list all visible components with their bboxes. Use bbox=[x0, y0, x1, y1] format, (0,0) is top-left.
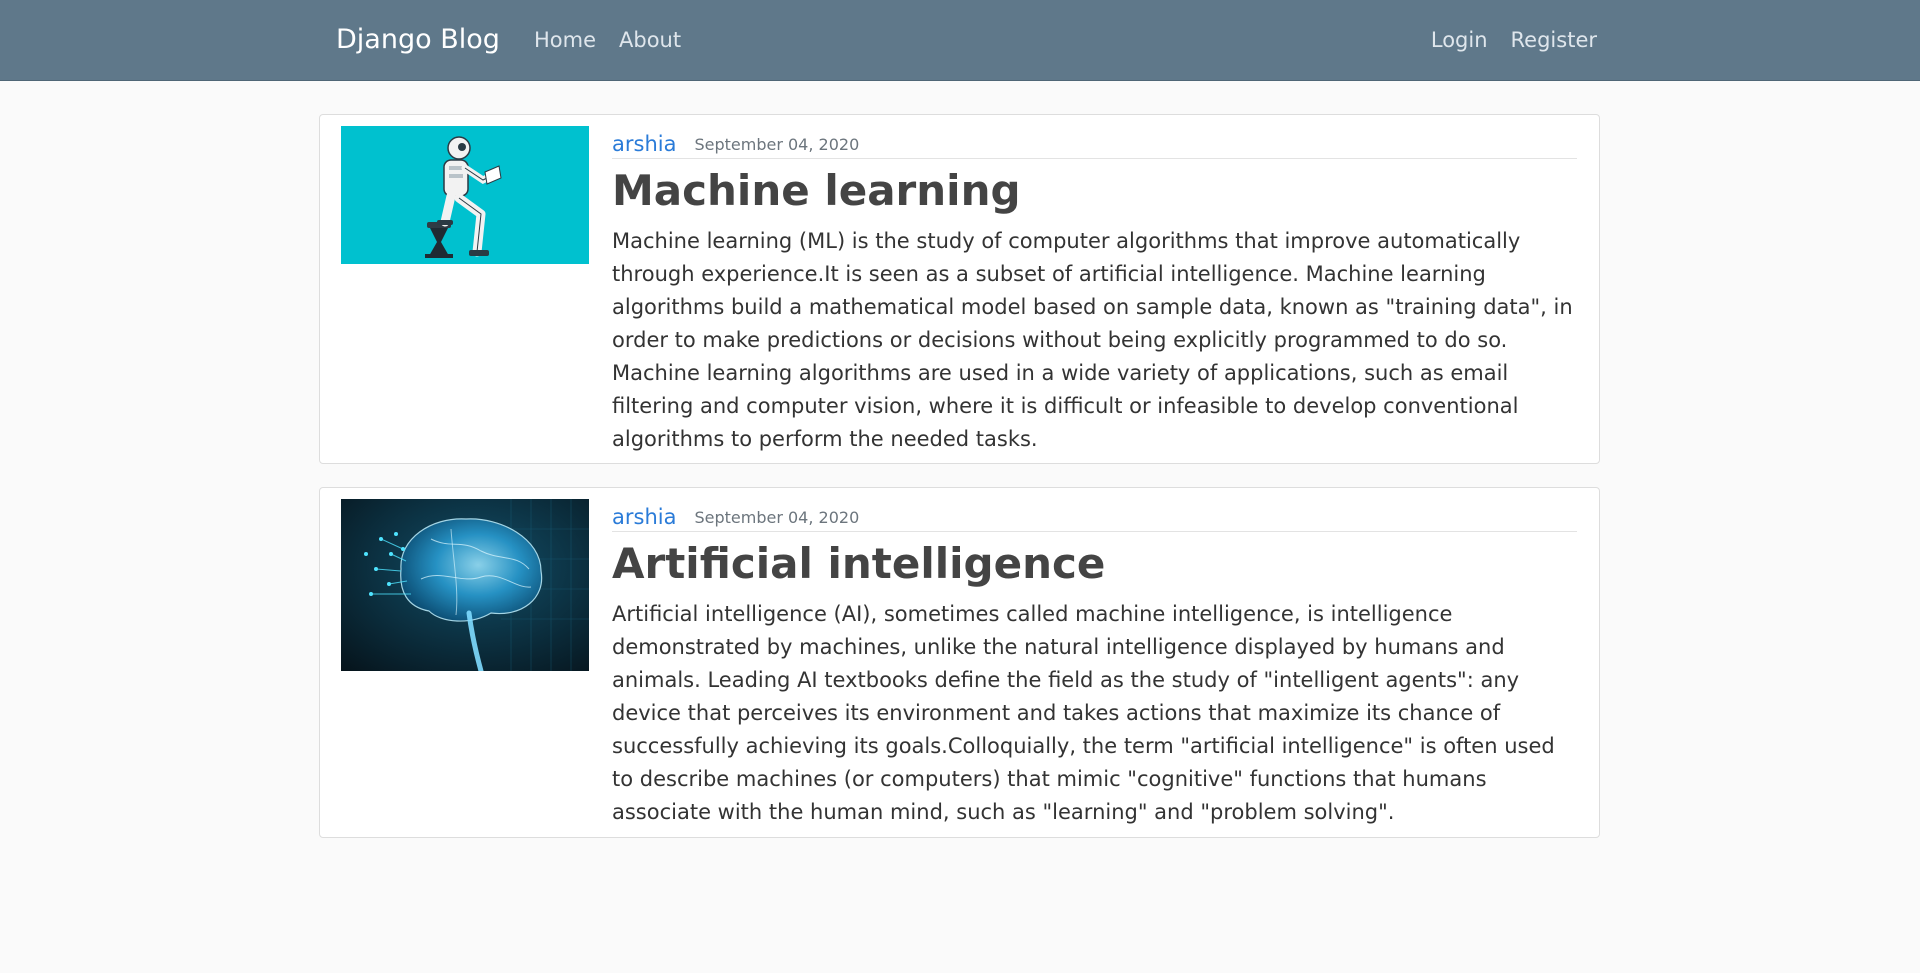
nav-left-group: Home About bbox=[534, 26, 681, 54]
post-meta: arshia September 04, 2020 bbox=[612, 129, 1577, 159]
nav-register-link[interactable]: Register bbox=[1511, 26, 1597, 54]
post-date: September 04, 2020 bbox=[694, 135, 860, 154]
post-card: arshia September 04, 2020 Machine learni… bbox=[319, 114, 1600, 464]
post-author-link[interactable]: arshia bbox=[612, 504, 676, 530]
nav-home-link[interactable]: Home bbox=[534, 26, 596, 54]
post-card: arshia September 04, 2020 Artificial int… bbox=[319, 487, 1600, 838]
robot-reading-book-icon bbox=[341, 126, 589, 264]
post-content: arshia September 04, 2020 Machine learni… bbox=[612, 129, 1577, 456]
post-thumbnail bbox=[341, 499, 589, 671]
post-date: September 04, 2020 bbox=[694, 508, 860, 527]
post-content: arshia September 04, 2020 Artificial int… bbox=[612, 502, 1577, 829]
brand-link[interactable]: Django Blog bbox=[336, 24, 500, 56]
post-body: Machine learning (ML) is the study of co… bbox=[612, 229, 1573, 451]
nav-login-link[interactable]: Login bbox=[1431, 26, 1488, 54]
post-thumbnail bbox=[341, 126, 589, 264]
post-author-link[interactable]: arshia bbox=[612, 131, 676, 157]
post-body: Artificial intelligence (AI), sometimes … bbox=[612, 602, 1555, 824]
top-navbar: Django Blog Home About Login Register bbox=[0, 0, 1920, 80]
nav-right-group: Login Register bbox=[1431, 26, 1597, 54]
post-title-link[interactable]: Machine learning bbox=[612, 165, 1577, 217]
nav-about-link[interactable]: About bbox=[619, 26, 681, 54]
post-meta: arshia September 04, 2020 bbox=[612, 502, 1577, 532]
navbar-container: Django Blog Home About Login Register bbox=[321, 0, 1600, 80]
post-title-link[interactable]: Artificial intelligence bbox=[612, 538, 1577, 590]
digital-brain-icon bbox=[341, 499, 589, 671]
